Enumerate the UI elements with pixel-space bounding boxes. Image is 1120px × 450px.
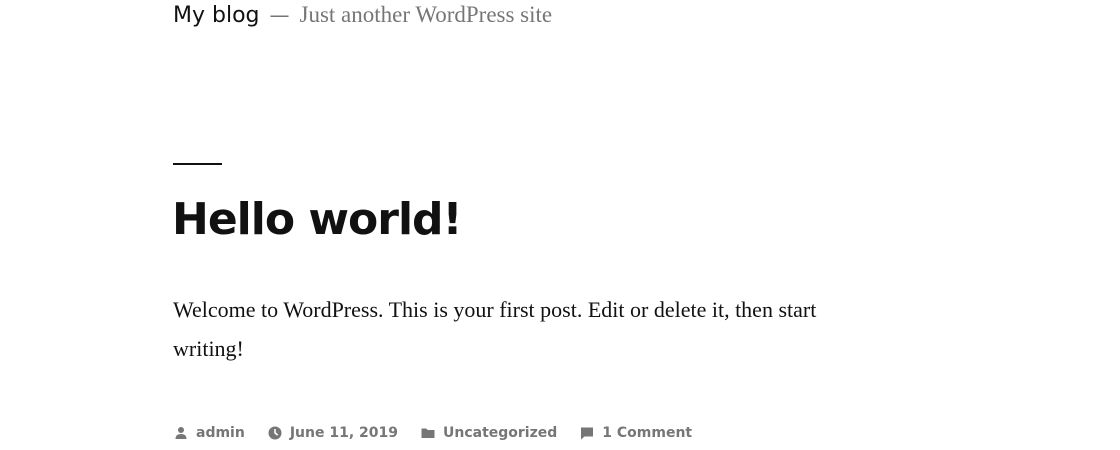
post-content: Welcome to WordPress. This is your first… — [173, 297, 817, 361]
title-divider — [173, 163, 222, 165]
title-separator: — — [269, 3, 290, 27]
post-category: Uncategorized — [420, 425, 557, 441]
site-title-link[interactable]: My blog — [173, 0, 260, 32]
comments-link[interactable]: 1 Comment — [602, 425, 692, 441]
post-title-link[interactable]: Hello world! — [172, 188, 463, 252]
site-tagline: Just another WordPress site — [299, 2, 553, 27]
clock-icon — [267, 425, 283, 441]
site-header: My blog — Just another WordPress site — [173, 0, 552, 34]
post-comments: 1 Comment — [579, 425, 692, 441]
post-date: June 11, 2019 — [267, 425, 398, 441]
category-link[interactable]: Uncategorized — [443, 425, 557, 441]
folder-icon — [420, 425, 436, 441]
comment-icon — [579, 425, 595, 441]
post-author: admin — [173, 425, 245, 441]
author-link[interactable]: admin — [196, 425, 245, 441]
person-icon — [173, 425, 189, 441]
post-meta: admin June 11, 2019 Uncategorized 1 Comm… — [173, 425, 714, 441]
date-link[interactable]: June 11, 2019 — [290, 425, 398, 441]
